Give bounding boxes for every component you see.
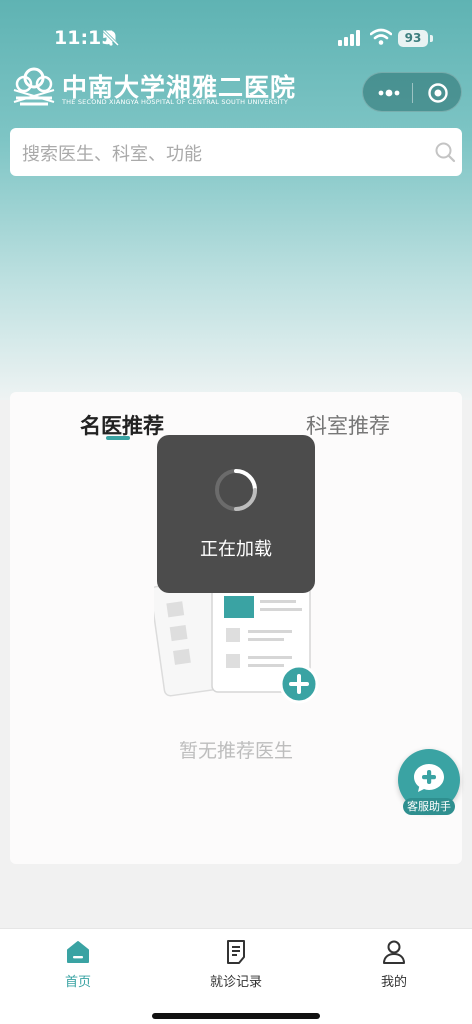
hero-background: [0, 0, 472, 400]
home-indicator: [152, 1013, 320, 1019]
logo-emblem-icon: [10, 64, 58, 114]
tab-active-underline: [106, 436, 130, 440]
loading-spinner-icon: [213, 467, 259, 517]
loading-toast: 正在加载: [157, 435, 315, 593]
signal-icon: [338, 30, 362, 50]
search-input[interactable]: 搜索医生、科室、功能: [10, 128, 462, 176]
battery-icon: 93: [398, 30, 428, 47]
service-label: 客服助手: [403, 798, 455, 815]
loading-text: 正在加载: [200, 539, 272, 560]
empty-state-text: 暂无推荐医生: [178, 740, 293, 762]
status-bar: 11:15 93: [0, 22, 472, 56]
customer-service-button[interactable]: 客服助手: [398, 749, 460, 817]
bottom-tab-bar: 首页 就诊记录 我的: [0, 928, 472, 1024]
tab-home[interactable]: 首页: [28, 939, 128, 990]
chat-plus-icon: [412, 762, 446, 798]
battery-tip: [430, 35, 433, 42]
capsule-divider: [412, 83, 413, 103]
tab-mine[interactable]: 我的: [344, 939, 444, 990]
close-target-icon[interactable]: [427, 82, 449, 104]
hospital-logo: 中南大学湘雅二医院 THE SECOND XIANGYA HOSPITAL OF…: [10, 64, 295, 112]
search-icon[interactable]: [434, 141, 456, 167]
bell-muted-icon: [102, 29, 120, 51]
home-icon: [67, 941, 89, 963]
document-icon: [227, 940, 245, 964]
tab-visit-records-label: 就诊记录: [209, 975, 262, 990]
logo-subtitle: THE SECOND XIANGYA HOSPITAL OF CENTRAL S…: [62, 98, 289, 106]
user-icon: [383, 940, 405, 964]
tab-visit-records[interactable]: 就诊记录: [186, 939, 286, 990]
tab-departments[interactable]: 科室推荐: [306, 410, 390, 440]
tab-home-label: 首页: [64, 975, 91, 990]
miniprogram-capsule: [362, 72, 462, 112]
tab-mine-label: 我的: [380, 975, 407, 990]
search-placeholder: 搜索医生、科室、功能: [22, 144, 202, 165]
wifi-icon: [369, 28, 393, 50]
more-dots-icon[interactable]: [375, 80, 403, 106]
